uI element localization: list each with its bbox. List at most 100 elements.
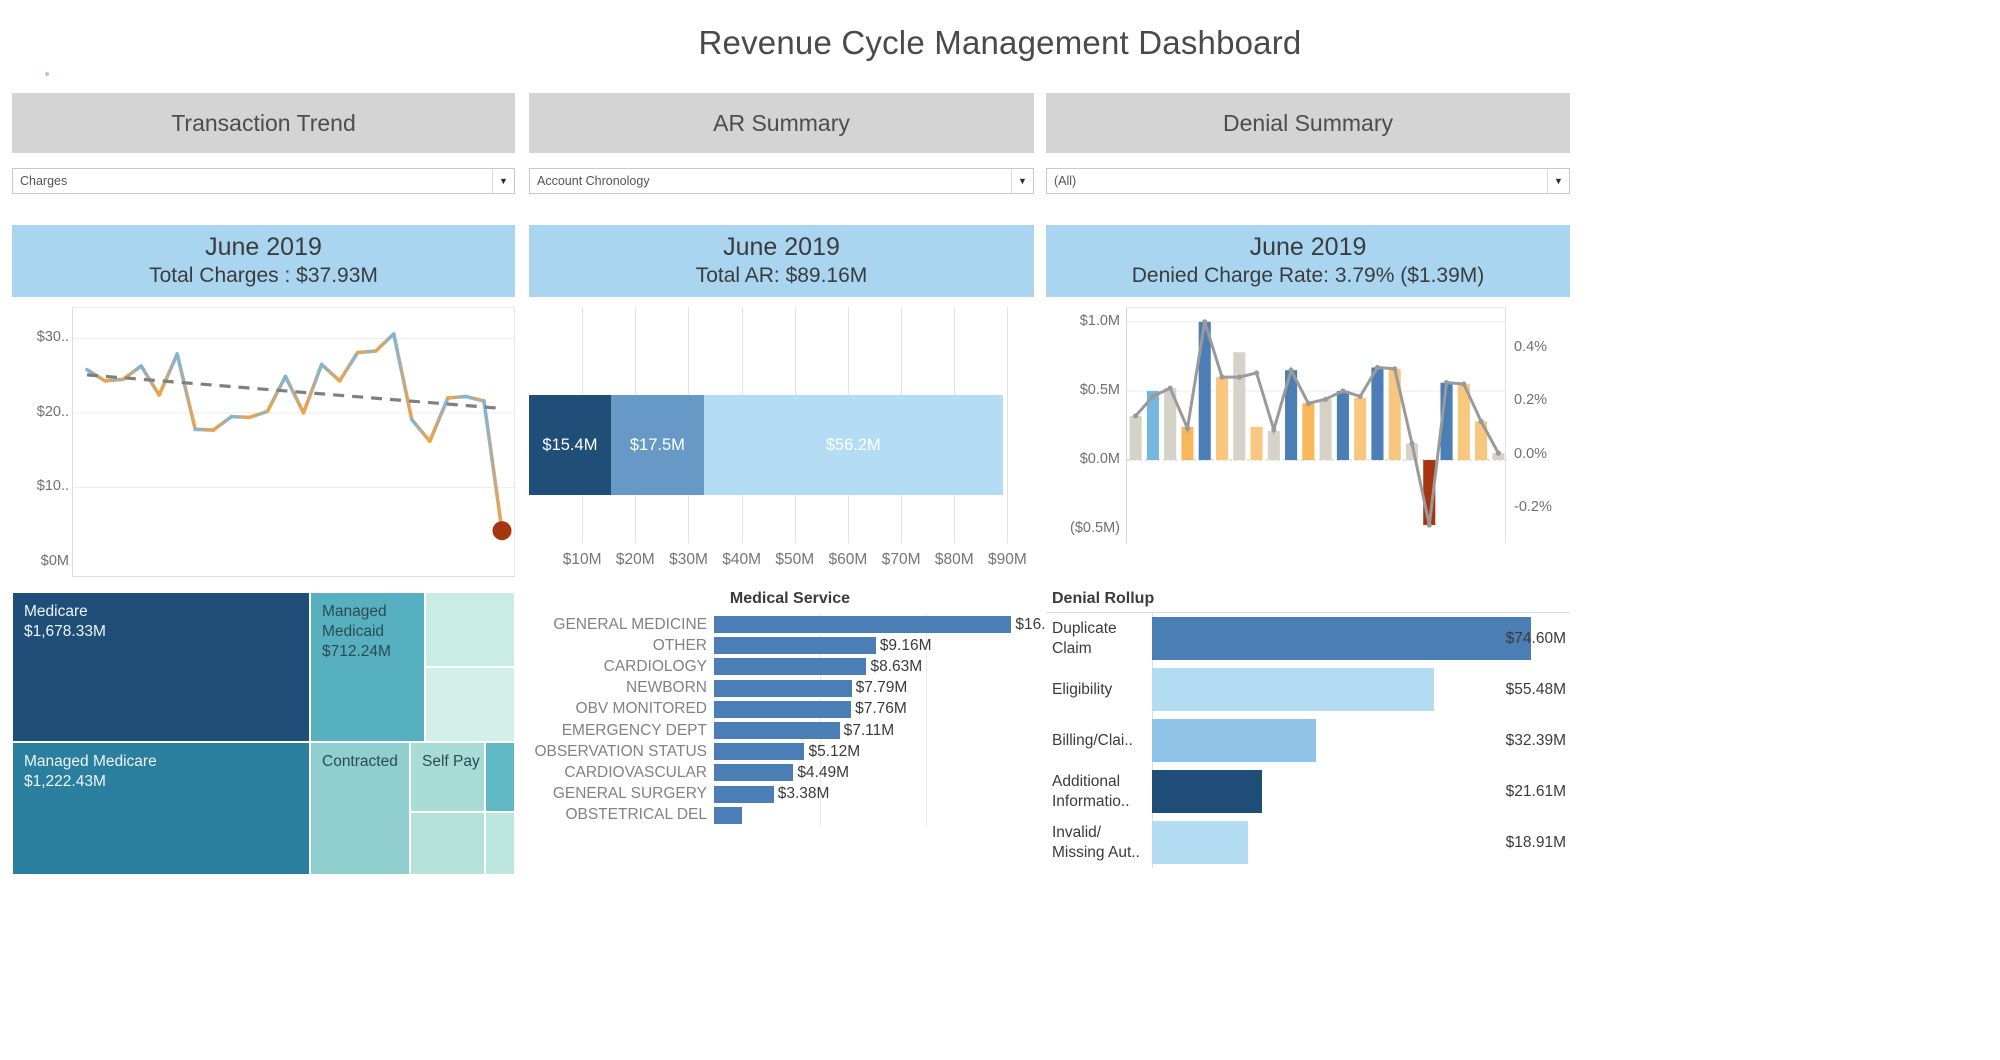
payer-treemap[interactable]: Medicare $1,678.33M Managed Medicare $1,2…	[12, 592, 515, 1060]
denial-rollup-value: $55.48M	[1505, 680, 1566, 698]
denial-rollup-category: Additional Informatio..	[1052, 772, 1130, 810]
page-title: Revenue Cycle Management Dashboard	[698, 24, 1302, 61]
denial-rollup-bar[interactable]	[1152, 719, 1317, 762]
kpi-metric: Denied Charge Rate: 3.79% ($1.39M)	[1131, 264, 1485, 287]
medical-service-bar[interactable]	[714, 806, 743, 824]
chevron-down-icon[interactable]: ▼	[492, 169, 514, 193]
treemap-cell[interactable]	[425, 592, 515, 667]
denial-chart-plot[interactable]	[1126, 307, 1507, 543]
denial-rollup-bar[interactable]	[1152, 821, 1248, 864]
section-header-denial-summary[interactable]: Denial Summary	[1046, 93, 1570, 153]
denial-left-tick: ($0.5M)	[1070, 520, 1120, 537]
denial-rollup-category: Billing/Clai..	[1052, 731, 1133, 749]
denial-rollup-bar[interactable]	[1152, 770, 1262, 813]
ar-x-tick: $10M	[562, 551, 602, 568]
transaction-trend-chart[interactable]: $30.. $20.. $10.. $0M	[12, 307, 516, 577]
ar-bar-segment[interactable]: $17.5M	[610, 395, 704, 495]
medical-service-bar[interactable]	[714, 616, 1012, 634]
filter-dropdown-denial-scope[interactable]: (All) ▼	[1046, 168, 1570, 194]
treemap-cell[interactable]: Managed Medicare $1,222.43M	[12, 742, 310, 875]
denial-right-tick: -0.2%	[1514, 499, 1552, 516]
denial-rollup-chart[interactable]: Denial Rollup Duplicate Claim $74.60M Elig…	[1046, 590, 1570, 1060]
kpi-metric: Total Charges : $37.93M	[149, 264, 378, 287]
medical-service-bar-wrap: $5.12M	[714, 743, 1034, 761]
ar-stacked-bar[interactable]: $15.4M $17.5M $56.2M	[529, 395, 1003, 495]
denial-rollup-row[interactable]: Additional Informatio.. $21.61M	[1046, 766, 1570, 817]
treemap-cell[interactable]: Managed Medicaid $712.24M	[310, 592, 425, 742]
medical-service-chart[interactable]: Medical Service GENERAL MEDICINE$16.83MO…	[529, 590, 1076, 1060]
medical-service-row[interactable]: OBSERVATION STATUS $5.12M	[529, 741, 1034, 762]
medical-service-row[interactable]: GENERAL SURGERY $3.38M	[529, 784, 1034, 805]
medical-service-row[interactable]: NEWBORN $7.79M	[529, 678, 1034, 699]
chevron-down-icon[interactable]: ▼	[1011, 169, 1033, 193]
treemap-cell[interactable]: Contracted	[310, 742, 410, 875]
denial-summary-chart[interactable]: $1.0M $0.5M $0.0M ($0.5M) 0.4% 0.2% 0.0% -0.2%	[1046, 307, 1570, 577]
denial-chart-svg	[1127, 319, 1507, 528]
medical-service-category: EMERGENCY DEPT	[561, 721, 707, 739]
kpi-banner-total-charges: June 2019 Total Charges : $37.93M	[12, 225, 515, 297]
medical-service-bar[interactable]	[714, 637, 876, 655]
medical-service-bar[interactable]	[714, 700, 852, 718]
medical-service-row[interactable]: EMERGENCY DEPT $7.11M	[529, 720, 1034, 741]
medical-service-row[interactable]: OBV MONITORED $7.76M	[529, 699, 1034, 720]
denial-rollup-row[interactable]: Billing/Clai.. $32.39M	[1046, 715, 1570, 766]
treemap-cell-label: Self Pay	[422, 753, 480, 770]
ar-segment-label: $56.2M	[825, 435, 881, 454]
filter-value: (All)	[1054, 174, 1077, 188]
ar-bar-segment[interactable]: $15.4M	[529, 395, 611, 495]
ar-summary-chart[interactable]: $15.4M $17.5M $56.2M $10M $20M $30M $40M $50M $…	[529, 307, 1034, 577]
medical-service-bar[interactable]	[714, 658, 867, 676]
denial-chart-left-axis: $1.0M $0.5M $0.0M ($0.5M)	[1046, 307, 1124, 543]
denial-rollup-row[interactable]: Invalid/ Missing Aut.. $18.91M	[1046, 817, 1570, 868]
filter-dropdown-transaction-type[interactable]: Charges ▼	[12, 168, 515, 194]
medical-service-category: CARDIOLOGY	[603, 657, 707, 675]
line-chart-plot[interactable]	[72, 307, 516, 577]
medical-service-bar[interactable]	[714, 785, 774, 803]
medical-service-title: Medical Service	[729, 590, 850, 607]
denial-rollup-bar[interactable]	[1152, 617, 1531, 660]
treemap-cell[interactable]	[410, 812, 485, 875]
medical-service-row[interactable]: CARDIOLOGY $8.63M	[529, 656, 1034, 677]
medical-service-category: CARDIOVASCULAR	[564, 763, 707, 781]
section-header-transaction-trend[interactable]: Transaction Trend	[12, 93, 515, 153]
section-header-label: Denial Summary	[1223, 109, 1393, 136]
denial-rollup-bar[interactable]	[1152, 668, 1434, 711]
medical-service-bar[interactable]	[714, 722, 840, 740]
medical-service-bar-wrap: $7.76M	[714, 700, 1034, 718]
denial-left-tick: $0.0M	[1079, 451, 1120, 468]
medical-service-bar-wrap: $9.16M	[714, 637, 1034, 655]
decorative-dot	[45, 72, 49, 76]
ar-segment-label: $15.4M	[542, 435, 598, 454]
medical-service-bar[interactable]	[714, 764, 794, 782]
treemap-cell[interactable]	[485, 812, 515, 875]
section-header-label: Transaction Trend	[171, 109, 356, 136]
medical-service-row[interactable]: CARDIOVASCULAR $4.49M	[529, 762, 1034, 783]
line-chart-svg	[73, 332, 516, 541]
treemap-cell[interactable]: Medicare $1,678.33M	[12, 592, 310, 742]
ar-gridline	[1007, 307, 1009, 543]
chevron-down-icon[interactable]: ▼	[1547, 169, 1569, 193]
section-header-label: AR Summary	[713, 109, 850, 136]
kpi-banner-total-ar: June 2019 Total AR: $89.16M	[529, 225, 1034, 297]
denial-rollup-row[interactable]: Eligibility $55.48M	[1046, 664, 1570, 715]
ar-x-tick: $30M	[669, 551, 708, 568]
medical-service-row[interactable]: OTHER $9.16M	[529, 635, 1034, 656]
medical-service-bar[interactable]	[714, 743, 805, 761]
ar-x-tick: $20M	[615, 551, 655, 568]
section-header-ar-summary[interactable]: AR Summary	[529, 93, 1034, 153]
ar-bar-segment[interactable]: $56.2M	[703, 395, 1003, 495]
denial-rollup-row[interactable]: Duplicate Claim $74.60M	[1046, 613, 1570, 664]
treemap-cell[interactable]	[425, 667, 515, 742]
medical-service-row[interactable]: GENERAL MEDICINE $16.83M	[529, 614, 1076, 635]
denial-rollup-category: Eligibility	[1052, 680, 1113, 698]
kpi-period: June 2019	[1249, 233, 1367, 261]
ar-plot: $15.4M $17.5M $56.2M	[529, 307, 1034, 543]
ar-x-tick: $50M	[775, 551, 815, 568]
treemap-cell[interactable]	[485, 742, 515, 812]
line-chart-y-tick: $0M	[40, 553, 69, 569]
treemap-cell[interactable]: Self Pay	[410, 742, 485, 812]
medical-service-row[interactable]: OBSTETRICAL DEL	[529, 805, 1034, 826]
filter-dropdown-ar-view[interactable]: Account Chronology ▼	[529, 168, 1034, 194]
treemap-cell-label: Managed Medicare $1,222.43M	[24, 753, 157, 790]
medical-service-bar[interactable]	[714, 679, 852, 697]
